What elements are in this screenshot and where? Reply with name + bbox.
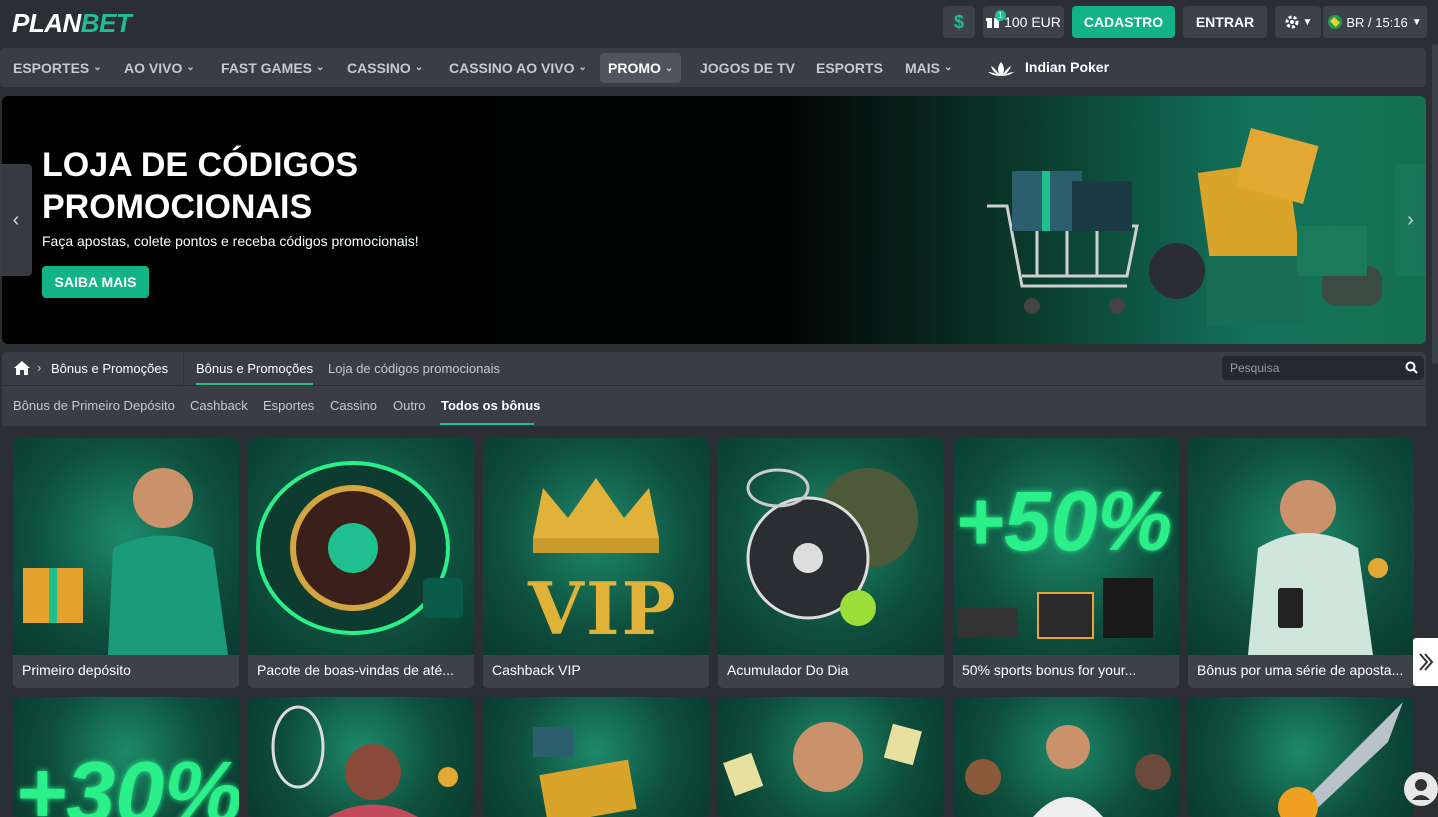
support-button[interactable] xyxy=(1404,772,1438,806)
breadcrumb: › Bônus e Promoções Bônus e Promoções Lo… xyxy=(2,352,1426,385)
search-input[interactable]: Pesquisa xyxy=(1222,356,1424,380)
card-image xyxy=(718,438,944,655)
bonus-card[interactable]: Pacote de boas-vindas de até... xyxy=(248,438,474,688)
deposit-button[interactable]: $ xyxy=(943,6,975,38)
bonus-amount: 100 EUR xyxy=(1004,14,1061,30)
pct30-art-text: +30% xyxy=(15,743,239,817)
chevron-down-icon: ⌄ xyxy=(664,62,674,74)
chevron-down-icon: ⌄ xyxy=(186,62,195,73)
chevron-right-icon: › xyxy=(1407,208,1414,231)
filter-primeiro-deposito[interactable]: Bônus de Primeiro Depósito xyxy=(13,398,175,413)
filter-outro[interactable]: Outro xyxy=(393,398,426,413)
gift-badge: 1 xyxy=(995,10,1006,21)
chevron-down-icon: ⌄ xyxy=(944,62,953,73)
logo[interactable]: PLANBET xyxy=(12,8,132,39)
card-image xyxy=(718,697,944,817)
bonus-button[interactable]: 1 100 EUR xyxy=(983,6,1064,38)
nav-cassino[interactable]: CASSINO ⌄ xyxy=(347,48,423,87)
learn-more-button[interactable]: SAIBA MAIS xyxy=(42,266,149,298)
header: PLANBET $ 1 100 EUR CADASTRO ENTRAR ▼ BR… xyxy=(0,0,1438,44)
bonus-card[interactable] xyxy=(1188,697,1414,817)
card-image: +50% xyxy=(953,438,1179,655)
search-icon[interactable] xyxy=(1405,361,1418,374)
filter-esportes[interactable]: Esportes xyxy=(263,398,314,413)
collapse-icon xyxy=(1419,653,1434,671)
lotus-icon xyxy=(988,62,1014,76)
bonus-card[interactable]: Acumulador Do Dia xyxy=(718,438,944,688)
scrollbar[interactable] xyxy=(1432,44,1438,364)
banner-next-button[interactable]: › xyxy=(1395,164,1426,276)
card-title: Pacote de boas-vindas de até... xyxy=(257,662,454,678)
banner-title: LOJA DE CÓDIGOS PROMOCIONAIS xyxy=(42,146,359,226)
nav-jogos-de-tv[interactable]: JOGOS DE TV xyxy=(700,48,795,87)
nav-cassino-ao-vivo[interactable]: CASSINO AO VIVO ⌄ xyxy=(449,48,587,87)
lang-time-label: BR / 15:16 xyxy=(1346,14,1408,30)
card-image: +30% xyxy=(13,697,239,817)
chevron-down-icon: ⌄ xyxy=(316,62,325,73)
main-nav: ESPORTES ⌄ AO VIVO ⌄ FAST GAMES ⌄ CASSINO ⌄ … xyxy=(0,48,1426,87)
filter-tabs: Bônus de Primeiro Depósito Cashback Espo… xyxy=(2,386,1426,426)
card-title: Primeiro depósito xyxy=(22,662,131,678)
card-image xyxy=(953,697,1179,817)
card-title: Cashback VIP xyxy=(492,662,581,678)
chevron-right-icon: › xyxy=(37,360,42,375)
nav-promo[interactable]: PROMO ⌄ xyxy=(600,53,682,83)
nav-esportes[interactable]: ESPORTES ⌄ xyxy=(13,48,102,87)
gear-icon xyxy=(1285,15,1299,29)
card-title: Bônus por uma série de aposta... xyxy=(1197,662,1404,678)
language-time-button[interactable]: BR / 15:16 ▼ xyxy=(1323,6,1427,38)
bonus-card[interactable]: +30% xyxy=(13,697,239,817)
indian-poker-link[interactable]: Indian Poker xyxy=(1025,59,1109,75)
promo-banner: LOJA DE CÓDIGOS PROMOCIONAIS Faça apostas… xyxy=(2,96,1426,344)
chevron-down-icon: ⌄ xyxy=(93,62,102,73)
bonus-card[interactable] xyxy=(483,697,709,817)
tab-loja-codigos[interactable]: Loja de códigos promocionais xyxy=(328,361,500,376)
tab-bonus-promocoes[interactable]: Bônus e Promoções xyxy=(196,361,313,376)
home-icon[interactable] xyxy=(14,361,30,375)
support-agent-icon xyxy=(1412,779,1430,800)
card-image xyxy=(483,697,709,817)
dollar-icon: $ xyxy=(953,11,964,32)
chevron-down-icon: ▼ xyxy=(1302,16,1313,28)
card-image xyxy=(1188,438,1414,655)
banner-prev-button[interactable]: ‹ xyxy=(0,164,32,276)
banner-subtitle: Faça apostas, colete pontos e receba cód… xyxy=(42,233,419,249)
divider xyxy=(183,352,184,385)
active-filter-indicator xyxy=(440,423,534,425)
brazil-flag-icon xyxy=(1328,15,1343,29)
bonus-card[interactable]: +50% 50% sports bonus for your... xyxy=(953,438,1179,688)
settings-button[interactable]: ▼ xyxy=(1275,6,1321,38)
banner-illustration xyxy=(987,127,1382,326)
nav-esports[interactable]: ESPORTS xyxy=(816,48,883,87)
card-image xyxy=(13,438,239,655)
bonus-card[interactable] xyxy=(718,697,944,817)
bonus-card[interactable]: VIP Cashback VIP xyxy=(483,438,709,688)
bonus-card[interactable]: Bônus por uma série de aposta... xyxy=(1188,438,1414,688)
chevron-down-icon: ▼ xyxy=(1411,16,1422,28)
filter-cashback[interactable]: Cashback xyxy=(190,398,248,413)
chevron-down-icon: ⌄ xyxy=(578,62,587,73)
bonus-card[interactable]: Primeiro depósito xyxy=(13,438,239,688)
register-button[interactable]: CADASTRO xyxy=(1072,6,1175,38)
side-panel-tab[interactable] xyxy=(1413,638,1438,686)
card-title: 50% sports bonus for your... xyxy=(962,662,1137,678)
card-image xyxy=(248,697,474,817)
chevron-down-icon: ⌄ xyxy=(414,62,424,73)
bonus-card[interactable] xyxy=(248,697,474,817)
login-button[interactable]: ENTRAR xyxy=(1183,6,1267,38)
bonus-card[interactable] xyxy=(953,697,1179,817)
nav-fast-games[interactable]: FAST GAMES ⌄ xyxy=(221,48,324,87)
active-tab-indicator xyxy=(196,383,313,385)
card-image xyxy=(1188,697,1414,817)
breadcrumb-root[interactable]: Bônus e Promoções xyxy=(51,361,168,376)
card-title: Acumulador Do Dia xyxy=(727,662,849,678)
nav-mais[interactable]: MAIS ⌄ xyxy=(905,48,952,87)
filter-cassino[interactable]: Cassino xyxy=(330,398,377,413)
vip-art-text: VIP xyxy=(528,566,678,651)
nav-ao-vivo[interactable]: AO VIVO ⌄ xyxy=(124,48,195,87)
card-image xyxy=(248,438,474,655)
card-image: VIP xyxy=(483,438,709,655)
chevron-left-icon: ‹ xyxy=(12,208,20,231)
filter-todos[interactable]: Todos os bônus xyxy=(441,398,540,413)
